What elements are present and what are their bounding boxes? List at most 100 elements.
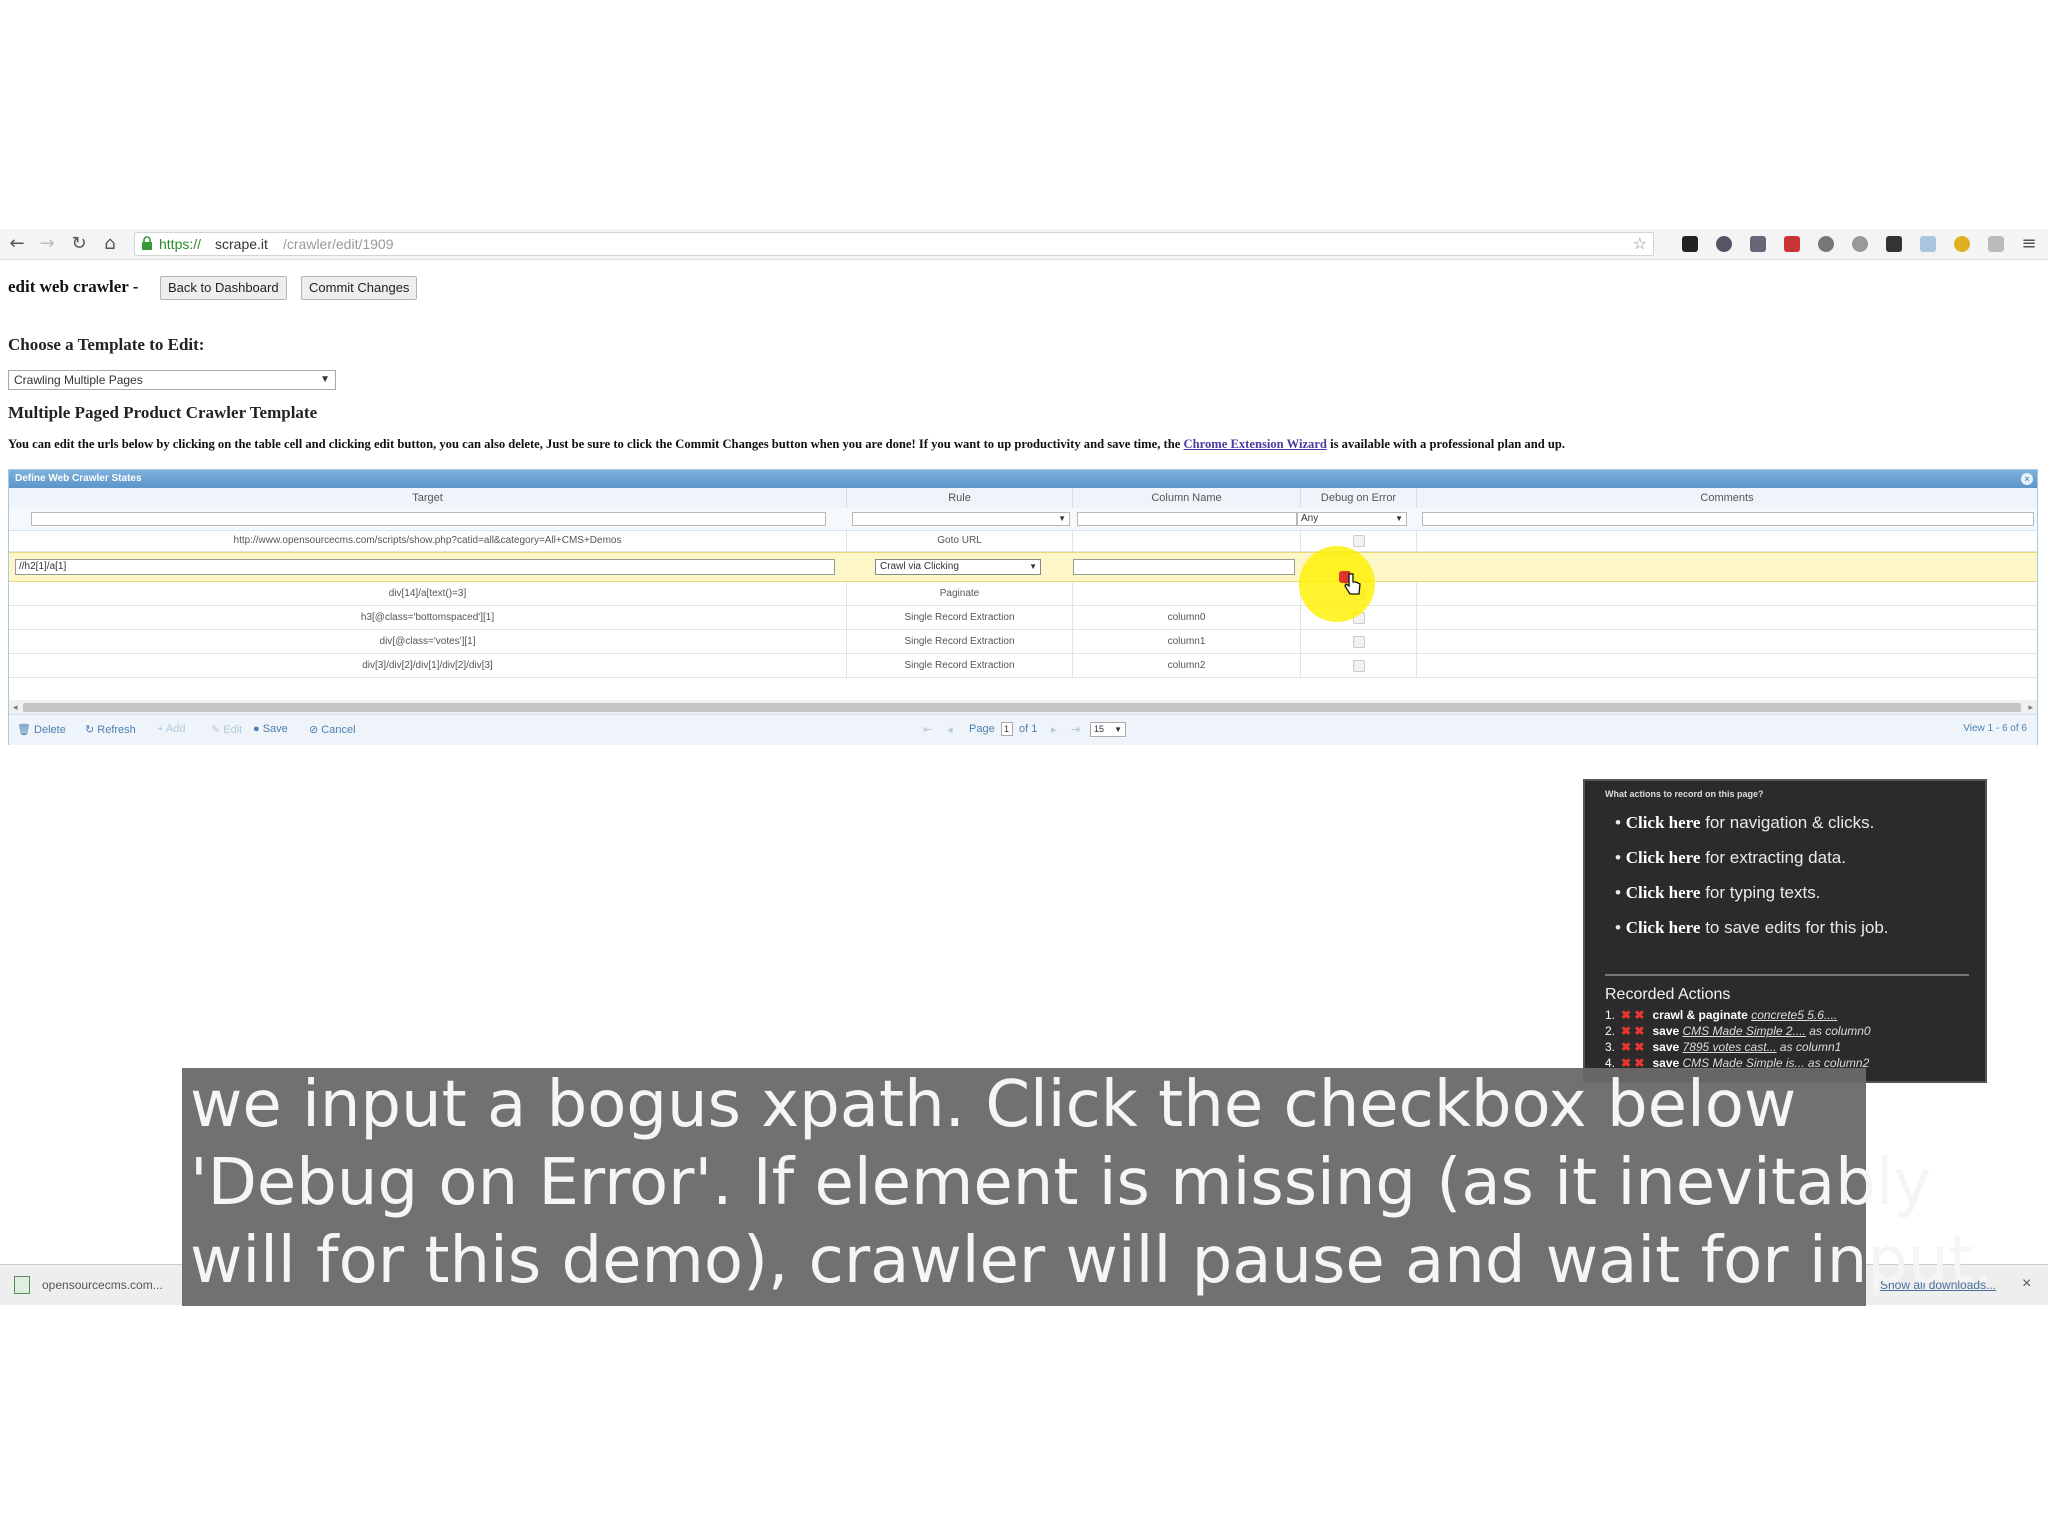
- table-row-editing[interactable]: //h2[1]/a[1] Crawl via Clicking ▼: [9, 552, 2037, 582]
- cell-comments[interactable]: [1417, 630, 2037, 653]
- column-header-comments[interactable]: Comments: [1417, 488, 2037, 508]
- cell-target[interactable]: div[14]/a[text()=3]: [9, 582, 847, 605]
- cell-debug: [1301, 654, 1417, 677]
- menu-icon[interactable]: ≡: [2018, 233, 2040, 255]
- delete-action-icon[interactable]: ✖ ✖: [1621, 1008, 1644, 1022]
- extension-icon-3[interactable]: [1750, 236, 1766, 252]
- cell-column-name[interactable]: column2: [1073, 654, 1301, 677]
- extension-icon-1[interactable]: [1682, 236, 1698, 252]
- rule-filter-select[interactable]: ▼: [852, 512, 1070, 526]
- column-header-rule[interactable]: Rule: [847, 488, 1073, 508]
- edit-button[interactable]: ✎ Edit: [211, 723, 242, 736]
- commit-changes-button[interactable]: Commit Changes: [301, 276, 418, 300]
- table-row[interactable]: h3[@class='bottomspaced'][1] Single Reco…: [9, 606, 2037, 630]
- back-arrow-icon[interactable]: ←: [6, 233, 28, 255]
- extension-icon-5[interactable]: [1818, 236, 1834, 252]
- file-icon[interactable]: [14, 1276, 30, 1294]
- recorded-action-link[interactable]: CMS Made Simple 2....: [1683, 1024, 1806, 1038]
- click-here-link[interactable]: Click here: [1626, 918, 1701, 937]
- cell-comments[interactable]: [1417, 606, 2037, 629]
- rule-edit-select[interactable]: Crawl via Clicking ▼: [875, 559, 1041, 575]
- rows-per-page-select[interactable]: 15 ▼: [1090, 722, 1126, 737]
- target-edit-input[interactable]: //h2[1]/a[1]: [15, 559, 835, 575]
- cell-rule[interactable]: Single Record Extraction: [847, 606, 1073, 629]
- recorded-action-link[interactable]: concrete5 5.6....: [1751, 1008, 1837, 1022]
- gmail-icon[interactable]: [1784, 236, 1800, 252]
- extension-icon-6[interactable]: [1852, 236, 1868, 252]
- debug-checkbox[interactable]: [1352, 636, 1365, 648]
- delete-action-icon[interactable]: ✖ ✖: [1621, 1040, 1644, 1054]
- debug-filter-select[interactable]: Any ▼: [1297, 512, 1407, 526]
- template-select[interactable]: Crawling Multiple Pages ▼: [8, 370, 336, 390]
- recorded-action-link[interactable]: 7895 votes cast...: [1683, 1040, 1777, 1054]
- table-row[interactable]: div[@class='votes'][1] Single Record Ext…: [9, 630, 2037, 654]
- debug-checkbox[interactable]: [1352, 660, 1365, 672]
- cell-column-name[interactable]: [1073, 530, 1301, 551]
- column-header-debug-on-error[interactable]: Debug on Error: [1301, 488, 1417, 508]
- subtitle-line: we input a bogus xpath. Click the checkb…: [190, 1068, 1797, 1142]
- panel-title: What actions to record on this page?: [1605, 789, 1764, 799]
- save-button[interactable]: ● Save: [253, 723, 288, 735]
- bookmark-star-icon[interactable]: ☆: [1633, 234, 1647, 253]
- collapse-icon[interactable]: ×: [2021, 473, 2033, 485]
- debug-checkbox[interactable]: [1352, 535, 1365, 547]
- scroll-left-icon[interactable]: ◂: [13, 700, 18, 714]
- table-row[interactable]: div[14]/a[text()=3] Paginate: [9, 582, 2037, 606]
- chrome-extension-wizard-link[interactable]: Chrome Extension Wizard: [1183, 437, 1326, 451]
- prev-page-icon[interactable]: ◂: [947, 723, 953, 736]
- cell-target[interactable]: http://www.opensourcecms.com/scripts/sho…: [9, 530, 847, 551]
- panel-item-navigation[interactable]: • Click here for navigation & clicks.: [1615, 813, 1874, 833]
- extension-icon-8[interactable]: [1920, 236, 1936, 252]
- table-row[interactable]: http://www.opensourcecms.com/scripts/sho…: [9, 530, 2037, 552]
- cell-column-name[interactable]: column0: [1073, 606, 1301, 629]
- comments-filter-input[interactable]: [1422, 512, 2034, 526]
- click-here-link[interactable]: Click here: [1626, 883, 1701, 902]
- download-item[interactable]: opensourcecms.com...: [42, 1278, 163, 1292]
- scrollbar-thumb[interactable]: [23, 703, 2021, 712]
- cell-target[interactable]: div[@class='votes'][1]: [9, 630, 847, 653]
- panel-item-extracting[interactable]: • Click here for extracting data.: [1615, 848, 1846, 868]
- cell-column-name[interactable]: column1: [1073, 630, 1301, 653]
- extension-icon-2[interactable]: [1716, 236, 1732, 252]
- cell-comments[interactable]: [1417, 654, 2037, 677]
- delete-button[interactable]: 🗑 Delete: [17, 723, 66, 736]
- home-icon[interactable]: ⌂: [99, 233, 121, 255]
- add-button[interactable]: + Add: [157, 723, 185, 735]
- forward-arrow-icon[interactable]: →: [36, 233, 58, 255]
- close-icon[interactable]: ×: [2022, 1275, 2031, 1293]
- cell-target[interactable]: div[3]/div[2]/div[1]/div[2]/div[3]: [9, 654, 847, 677]
- wrench-icon[interactable]: [1988, 236, 2004, 252]
- scroll-right-icon[interactable]: ▸: [2028, 700, 2033, 714]
- cell-rule[interactable]: Paginate: [847, 582, 1073, 605]
- extension-icon-7[interactable]: [1886, 236, 1902, 252]
- cell-rule[interactable]: Single Record Extraction: [847, 630, 1073, 653]
- cell-column-name[interactable]: [1073, 582, 1301, 605]
- click-here-link[interactable]: Click here: [1626, 813, 1701, 832]
- column-name-edit-input[interactable]: [1073, 559, 1295, 575]
- delete-action-icon[interactable]: ✖ ✖: [1621, 1024, 1644, 1038]
- cell-target[interactable]: h3[@class='bottomspaced'][1]: [9, 606, 847, 629]
- cell-comments[interactable]: [1417, 582, 2037, 605]
- column-header-target[interactable]: Target: [9, 488, 847, 508]
- cell-rule[interactable]: Goto URL: [847, 530, 1073, 551]
- page-number-input[interactable]: 1: [1001, 722, 1013, 736]
- click-here-link[interactable]: Click here: [1626, 848, 1701, 867]
- horizontal-scrollbar[interactable]: ◂ ▸: [9, 700, 2037, 714]
- extension-icon-9[interactable]: [1954, 236, 1970, 252]
- address-bar[interactable]: https:// scrape.it /crawler/edit/1909 ☆: [134, 232, 1654, 256]
- cell-rule[interactable]: Single Record Extraction: [847, 654, 1073, 677]
- table-row[interactable]: div[3]/div[2]/div[1]/div[2]/div[3] Singl…: [9, 654, 2037, 678]
- cancel-button[interactable]: ⊘ Cancel: [309, 723, 356, 736]
- column-name-filter-input[interactable]: [1077, 512, 1297, 526]
- column-header-column-name[interactable]: Column Name: [1073, 488, 1301, 508]
- first-page-icon[interactable]: ⇤: [923, 723, 932, 736]
- panel-item-save[interactable]: • Click here to save edits for this job.: [1615, 918, 1889, 938]
- cell-comments[interactable]: [1417, 530, 2037, 551]
- panel-item-typing[interactable]: • Click here for typing texts.: [1615, 883, 1820, 903]
- target-filter-input[interactable]: [31, 512, 826, 526]
- last-page-icon[interactable]: ⇥: [1071, 723, 1080, 736]
- refresh-button[interactable]: ↻ Refresh: [85, 723, 136, 736]
- next-page-icon[interactable]: ▸: [1051, 723, 1057, 736]
- reload-icon[interactable]: ↻: [68, 233, 90, 255]
- back-to-dashboard-button[interactable]: Back to Dashboard: [160, 276, 287, 300]
